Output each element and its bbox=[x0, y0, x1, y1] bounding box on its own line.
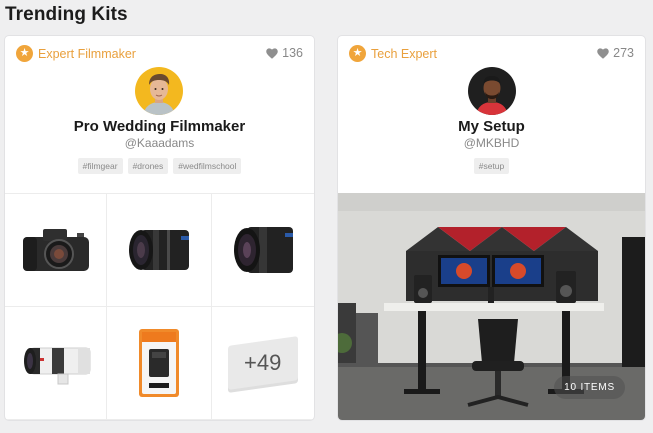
battery-icon bbox=[139, 329, 179, 397]
lens-icon bbox=[129, 230, 189, 270]
avatar[interactable] bbox=[135, 67, 183, 115]
kit-title[interactable]: Pro Wedding Filmmaker bbox=[5, 118, 314, 135]
like-button[interactable]: 273 bbox=[597, 46, 634, 60]
section-title: Trending Kits bbox=[5, 4, 128, 25]
lens-icon bbox=[23, 347, 90, 385]
more-count: +49 bbox=[244, 350, 282, 376]
item-zoom-lens[interactable] bbox=[107, 194, 212, 307]
badge-label: Expert Filmmaker bbox=[38, 46, 136, 61]
heart-icon bbox=[266, 47, 278, 59]
kit-username[interactable]: @Kaaadams bbox=[5, 136, 314, 150]
like-count: 273 bbox=[613, 46, 634, 60]
like-button[interactable]: 136 bbox=[266, 46, 303, 60]
item-telephoto-lens[interactable] bbox=[5, 307, 107, 420]
lens-icon bbox=[234, 227, 293, 273]
tag-list: #filmgear #drones #wedfilmschool bbox=[5, 158, 314, 174]
badge-label: Tech Expert bbox=[371, 46, 438, 61]
expert-badge: ★ Expert Filmmaker bbox=[16, 45, 136, 62]
kit-items-grid: +49 bbox=[5, 193, 314, 420]
setup-photo[interactable]: 10 ITEMS bbox=[338, 193, 645, 420]
like-count: 136 bbox=[282, 46, 303, 60]
item-prime-lens[interactable] bbox=[212, 194, 314, 307]
kit-title[interactable]: My Setup bbox=[338, 118, 645, 135]
star-icon: ★ bbox=[16, 45, 33, 62]
items-count-badge: 10 ITEMS bbox=[554, 376, 625, 399]
tag[interactable]: #filmgear bbox=[77, 158, 123, 174]
kit-card-wedding[interactable]: ★ Expert Filmmaker 136 Pro Wedding Filmm… bbox=[5, 36, 314, 420]
star-icon: ★ bbox=[349, 45, 366, 62]
tag[interactable]: #wedfilmschool bbox=[173, 158, 242, 174]
heart-icon bbox=[597, 47, 609, 59]
tag[interactable]: #drones bbox=[127, 158, 169, 174]
expert-badge: ★ Tech Expert bbox=[349, 45, 437, 62]
avatar[interactable] bbox=[468, 67, 516, 115]
tag[interactable]: #setup bbox=[473, 158, 510, 174]
tag-list: #setup bbox=[338, 158, 645, 174]
more-items-button[interactable]: +49 bbox=[212, 307, 314, 420]
kit-card-setup[interactable]: ★ Tech Expert 273 My Setup @MKBHD #setup bbox=[338, 36, 645, 420]
item-camera[interactable] bbox=[5, 194, 107, 307]
item-battery[interactable] bbox=[107, 307, 212, 420]
kit-username[interactable]: @MKBHD bbox=[338, 136, 645, 150]
camera-icon bbox=[22, 229, 89, 271]
